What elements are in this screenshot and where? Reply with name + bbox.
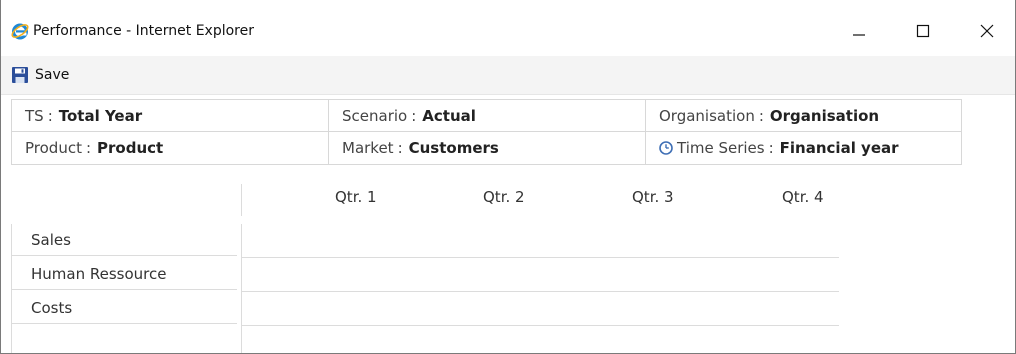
internet-explorer-icon — [11, 23, 29, 40]
filter-ts-separator: : — [47, 106, 53, 125]
filter-organisation-separator: : — [758, 106, 764, 125]
floppy-disk-icon — [12, 67, 28, 83]
filter-scenario-separator: : — [411, 106, 417, 125]
maximize-icon — [916, 24, 930, 38]
filter-ts-label: TS — [25, 106, 44, 125]
save-button[interactable]: Save — [11, 64, 69, 86]
filter-market-separator: : — [397, 139, 403, 157]
browser-window: Performance - Internet Explorer Save TS … — [0, 0, 1016, 354]
filter-scenario[interactable]: Scenario : Actual — [329, 99, 646, 132]
grid-row-divider — [241, 224, 242, 353]
title-bar[interactable]: Performance - Internet Explorer — [1, 0, 1015, 56]
column-header-qtr2: Qtr. 2 — [483, 188, 525, 206]
filter-product-separator: : — [85, 139, 92, 157]
row-label-human-ressource[interactable]: Human Ressource — [11, 258, 237, 290]
column-header-qtr1: Qtr. 1 — [335, 188, 377, 206]
filter-time-series-value: Financial year — [779, 139, 899, 157]
row-label-costs[interactable]: Costs — [11, 292, 237, 324]
minimize-icon — [853, 34, 865, 36]
filter-scenario-value: Actual — [422, 106, 476, 125]
filter-organisation[interactable]: Organisation : Organisation — [646, 99, 962, 132]
save-button-label: Save — [35, 67, 70, 83]
filter-market-value: Customers — [408, 139, 499, 157]
grid-row-line-sales — [242, 257, 839, 258]
filter-product-value: Product — [97, 139, 164, 157]
close-button[interactable] — [967, 14, 1007, 48]
column-header-qtr3: Qtr. 3 — [632, 188, 674, 206]
window-title: Performance - Internet Explorer — [33, 23, 254, 39]
filter-ts[interactable]: TS : Total Year — [11, 99, 329, 132]
filter-organisation-label: Organisation — [659, 106, 755, 125]
filter-time-series-label: Time Series — [677, 139, 765, 157]
maximize-button[interactable] — [903, 14, 943, 48]
filter-ts-value: Total Year — [58, 106, 143, 125]
grid-header-divider — [241, 184, 242, 216]
grid-row-line-human-ressource — [242, 291, 839, 292]
clock-icon — [659, 141, 673, 155]
column-header-qtr4: Qtr. 4 — [782, 188, 824, 206]
row-label-sales[interactable]: Sales — [11, 224, 237, 256]
filter-time-series-separator: : — [768, 139, 774, 157]
filter-market[interactable]: Market : Customers — [329, 132, 646, 165]
filter-market-label: Market — [342, 139, 394, 157]
filter-scenario-label: Scenario — [342, 106, 408, 125]
grid-row-line-costs — [242, 325, 839, 326]
toolbar: Save — [1, 56, 1015, 95]
close-icon — [980, 24, 994, 38]
filter-product[interactable]: Product : Product — [11, 132, 329, 165]
filter-product-label: Product — [25, 139, 82, 157]
filter-organisation-value: Organisation — [769, 106, 880, 125]
filter-time-series[interactable]: Time Series : Financial year — [646, 132, 962, 165]
minimize-button[interactable] — [839, 14, 879, 48]
